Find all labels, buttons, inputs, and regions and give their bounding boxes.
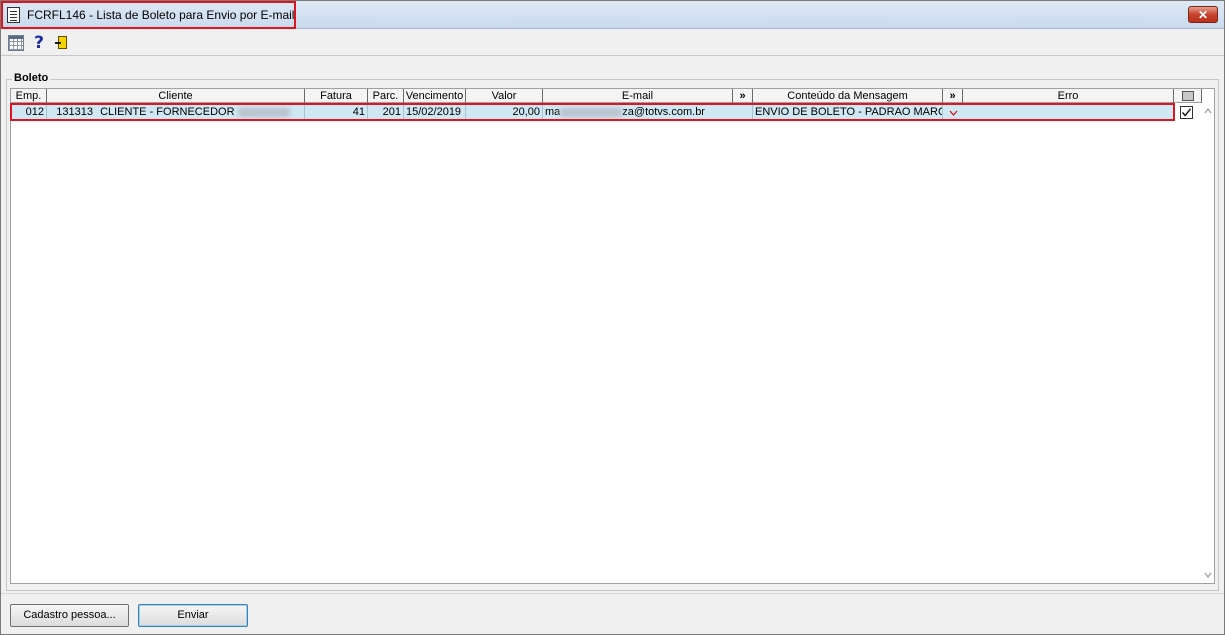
header-valor[interactable]: Valor	[466, 89, 543, 103]
header-select-all[interactable]	[1174, 89, 1202, 103]
grid-header: Emp. Cliente Fatura Parc. Vencimento Val…	[11, 89, 1202, 103]
cadastro-pessoa-button[interactable]: Cadastro pessoa...	[10, 604, 129, 627]
select-all-checkbox-icon[interactable]	[1182, 91, 1194, 101]
header-expand-email[interactable]: »	[733, 89, 753, 103]
scroll-down-icon[interactable]	[1203, 570, 1213, 580]
toolbar: ?	[1, 30, 1224, 56]
help-icon[interactable]: ?	[31, 35, 47, 52]
row-checkbox[interactable]	[1180, 106, 1193, 119]
scroll-up-icon[interactable]	[1203, 106, 1213, 116]
boleto-group-label: Boleto	[12, 72, 51, 84]
title-bar[interactable]: FCRFL146 - Lista de Boleto para Envio po…	[1, 1, 1224, 29]
header-fatura[interactable]: Fatura	[305, 89, 368, 103]
grid-icon[interactable]	[8, 35, 24, 51]
vertical-scrollbar[interactable]	[1202, 104, 1214, 583]
header-expand-conteudo[interactable]: »	[943, 89, 963, 103]
header-vencimento[interactable]: Vencimento	[404, 89, 466, 103]
header-email[interactable]: E-mail	[543, 89, 733, 103]
exit-door-icon[interactable]	[55, 35, 71, 51]
boleto-grid[interactable]: Emp. Cliente Fatura Parc. Vencimento Val…	[10, 88, 1215, 584]
header-conteudo[interactable]: Conteúdo da Mensagem	[753, 89, 943, 103]
title-highlight-box	[1, 1, 296, 29]
exit-arrow-shape	[55, 42, 61, 44]
checkmark-icon	[1181, 108, 1192, 117]
row-highlight-box	[10, 103, 1175, 121]
header-cliente[interactable]: Cliente	[47, 89, 305, 103]
header-emp[interactable]: Emp.	[11, 89, 47, 103]
header-erro[interactable]: Erro	[963, 89, 1174, 103]
header-parc[interactable]: Parc.	[368, 89, 404, 103]
main-window: FCRFL146 - Lista de Boleto para Envio po…	[0, 0, 1225, 635]
enviar-button[interactable]: Enviar	[138, 604, 248, 627]
close-button[interactable]: ✕	[1188, 6, 1218, 23]
bottom-separator	[1, 593, 1224, 594]
